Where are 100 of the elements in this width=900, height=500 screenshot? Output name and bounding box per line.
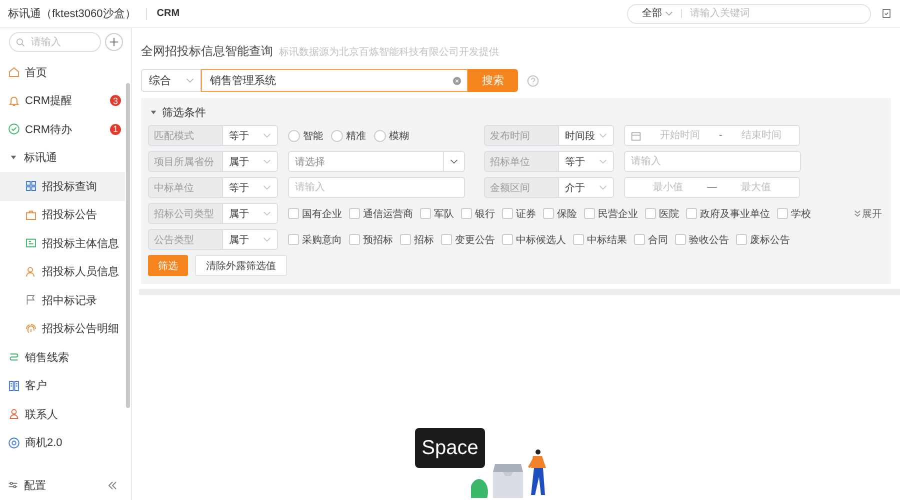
operator-dropdown[interactable]: 等于 <box>222 125 278 146</box>
checkbox-option[interactable]: 采购意向 <box>288 232 342 246</box>
operator-dropdown[interactable]: 属于 <box>222 203 278 224</box>
operator-dropdown[interactable]: 介于 <box>558 177 614 198</box>
checkbox-option[interactable]: 中标结果 <box>573 232 627 246</box>
sidebar-item[interactable]: 招投标公告明细 <box>0 314 125 343</box>
calendar-icon <box>631 130 641 140</box>
range-separator: — <box>707 182 717 193</box>
checkbox-option[interactable]: 证券 <box>502 206 536 220</box>
sidebar-item[interactable]: 招投标公告 <box>0 200 125 229</box>
keyword-search-input[interactable]: 请输入关键词 <box>682 7 842 20</box>
filter-label: 项目所属省份 <box>148 151 222 172</box>
sidebar-item[interactable]: 招投标查询 <box>0 172 125 200</box>
checkbox-option[interactable]: 民营企业 <box>584 206 638 220</box>
checkbox-option[interactable]: 军队 <box>420 206 454 220</box>
clipboard-icon[interactable] <box>881 8 892 19</box>
range-field[interactable]: 开始时间 - 结束时间 <box>624 125 800 146</box>
operator-dropdown[interactable]: 属于 <box>222 151 278 172</box>
keyword-input[interactable]: 销售管理系统 <box>208 74 453 88</box>
sidebar-item[interactable]: 首页 <box>0 58 125 86</box>
module-title: CRM <box>156 8 180 19</box>
operator-dropdown[interactable]: 等于 <box>558 151 614 172</box>
input-field[interactable]: 请输入 <box>624 151 801 172</box>
app-title: 标讯通（fktest3060沙盒） <box>8 6 136 21</box>
chevron-down-icon <box>599 185 607 190</box>
global-search-field[interactable]: 全部 请输入关键词 <box>627 4 871 24</box>
search-field[interactable]: 请输入 <box>9 32 101 52</box>
radio-option[interactable]: 智能 <box>288 128 323 142</box>
add-button[interactable] <box>105 33 123 51</box>
grid-icon <box>25 180 37 192</box>
sidebar-item[interactable]: CRM提醒 3 <box>0 86 125 115</box>
sidebar-item[interactable]: 联系人 <box>0 400 125 428</box>
filter-label: 发布时间 <box>484 125 558 146</box>
filter-label: 金额区间 <box>484 177 558 198</box>
radio-option[interactable]: 精准 <box>331 128 366 142</box>
person-icon <box>8 408 20 420</box>
scrollbar[interactable] <box>126 83 130 408</box>
page-title: 全网招投标信息智能查询 <box>141 43 273 60</box>
radio-option[interactable]: 模糊 <box>374 128 409 142</box>
sidebar-item[interactable]: 招投标主体信息 <box>0 229 125 258</box>
keyword-field[interactable]: 销售管理系统 <box>201 69 468 92</box>
checkbox-option[interactable]: 国有企业 <box>288 206 342 220</box>
chevron-down-icon <box>263 133 271 138</box>
checkbox-option[interactable]: 变更公告 <box>441 232 495 246</box>
sidebar-item[interactable]: CRM待办 1 <box>0 115 125 144</box>
range-start-input[interactable]: 最小值 <box>631 181 705 194</box>
range-start-input[interactable]: 开始时间 <box>643 129 717 142</box>
settings-link[interactable]: 配置 <box>8 478 46 492</box>
count-badge: 1 <box>110 124 121 135</box>
checkbox-option[interactable]: 医院 <box>645 206 679 220</box>
chevron-down-icon <box>599 133 607 138</box>
user-icon <box>25 266 37 278</box>
range-separator: - <box>719 130 722 141</box>
sidebar-item[interactable]: 招投标人员信息 <box>0 258 125 286</box>
sidebar-item[interactable]: 招中标记录 <box>0 286 125 314</box>
operator-dropdown[interactable]: 时间段 <box>558 125 614 146</box>
province-dropdown[interactable]: 请选择 <box>288 151 465 172</box>
expand-link[interactable]: 展开 <box>854 206 882 220</box>
sidebar-item[interactable]: 商机2.0 <box>0 428 125 457</box>
page-subtitle: 标讯数据源为北京百炼智能科技有限公司开发提供 <box>279 46 499 59</box>
building-icon <box>8 380 20 392</box>
checkbox-option[interactable]: 招标 <box>400 232 434 246</box>
checkbox-option[interactable]: 银行 <box>461 206 495 220</box>
collapse-icon[interactable] <box>108 480 117 490</box>
fingerprint-icon <box>25 322 37 335</box>
checkbox-option[interactable]: 中标候选人 <box>502 232 566 246</box>
flag-icon <box>25 294 37 306</box>
sidebar-item[interactable]: 销售线索 <box>0 343 125 372</box>
filter-label: 招标公司类型 <box>148 203 222 224</box>
checkbox-option[interactable]: 政府及事业单位 <box>686 206 770 220</box>
search-input[interactable]: 请输入 <box>29 36 93 48</box>
chevron-down-icon <box>263 211 271 216</box>
checkbox-option[interactable]: 废标公告 <box>736 232 790 246</box>
range-end-input[interactable]: 结束时间 <box>724 129 798 142</box>
count-badge: 3 <box>110 95 121 106</box>
checkbox-option[interactable]: 预招标 <box>349 232 393 246</box>
range-field[interactable]: 最小值 — 最大值 <box>624 177 800 198</box>
clear-icon[interactable] <box>453 76 461 84</box>
filter-label: 匹配模式 <box>148 125 222 146</box>
checkbox-option[interactable]: 保险 <box>543 206 577 220</box>
checkbox-option[interactable]: 学校 <box>777 206 811 220</box>
search-icon <box>16 38 25 46</box>
chevron-down-icon <box>599 159 607 164</box>
range-end-input[interactable]: 最大值 <box>719 181 793 194</box>
operator-dropdown[interactable]: 属于 <box>222 229 278 250</box>
category-dropdown[interactable]: 综合 <box>141 69 201 92</box>
scope-dropdown[interactable]: 全部 <box>642 9 682 18</box>
plus-icon <box>109 37 119 47</box>
sidebar-item[interactable]: 标讯通 <box>0 144 125 172</box>
checkbox-option[interactable]: 验收公告 <box>675 232 729 246</box>
checkbox-option[interactable]: 合同 <box>634 232 668 246</box>
checkbox-option[interactable]: 通信运营商 <box>349 206 413 220</box>
chevron-down-icon <box>665 11 673 16</box>
clear-filters-button[interactable]: 清除外露筛选值 <box>195 255 287 276</box>
home-icon <box>8 66 20 78</box>
filter-toggle[interactable]: 筛选条件 <box>148 104 884 120</box>
operator-dropdown[interactable]: 等于 <box>222 177 278 198</box>
input-field[interactable]: 请输入 <box>288 177 465 198</box>
chevron-down-icon <box>450 159 458 164</box>
sidebar-item[interactable]: 客户 <box>0 372 125 400</box>
